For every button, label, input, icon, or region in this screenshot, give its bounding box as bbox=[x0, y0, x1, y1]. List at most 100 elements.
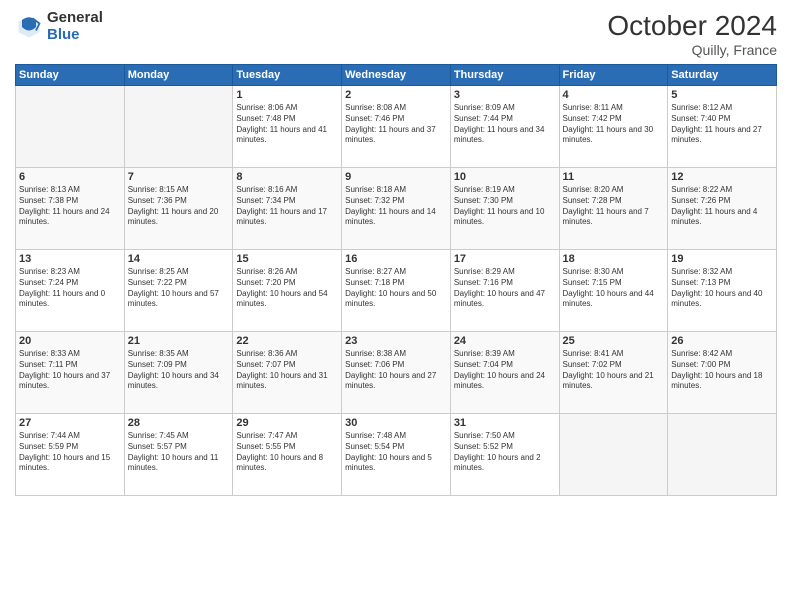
day-cell: 30 Sunrise: 7:48 AMSunset: 5:54 PMDayligh… bbox=[342, 414, 451, 496]
weekday-header-thursday: Thursday bbox=[450, 65, 559, 86]
day-info: Sunrise: 8:06 AMSunset: 7:48 PMDaylight:… bbox=[236, 103, 338, 146]
day-cell bbox=[668, 414, 777, 496]
day-info: Sunrise: 8:19 AMSunset: 7:30 PMDaylight:… bbox=[454, 185, 556, 228]
week-row-3: 13 Sunrise: 8:23 AMSunset: 7:24 PMDayligh… bbox=[16, 250, 777, 332]
day-cell: 9Sunrise: 8:18 AMSunset: 7:32 PMDaylight… bbox=[342, 168, 451, 250]
day-number: 31 bbox=[454, 417, 556, 429]
day-cell: 26 Sunrise: 8:42 AMSunset: 7:00 PMDayligh… bbox=[668, 332, 777, 414]
day-number: 8 bbox=[236, 171, 338, 183]
day-cell: 16 Sunrise: 8:27 AMSunset: 7:18 PMDayligh… bbox=[342, 250, 451, 332]
day-number: 13 bbox=[19, 253, 121, 265]
day-cell: 18Sunrise: 8:30 AMSunset: 7:15 PMDayligh… bbox=[559, 250, 668, 332]
day-cell: 3Sunrise: 8:09 AMSunset: 7:44 PMDaylight… bbox=[450, 86, 559, 168]
month-title: October 2024 bbox=[607, 10, 777, 42]
day-cell: 21 Sunrise: 8:35 AMSunset: 7:09 PMDayligh… bbox=[124, 332, 233, 414]
day-cell: 2 Sunrise: 8:08 AMSunset: 7:46 PMDaylight… bbox=[342, 86, 451, 168]
day-info: Sunrise: 8:27 AMSunset: 7:18 PMDaylight:… bbox=[345, 267, 447, 310]
day-info: Sunrise: 7:47 AMSunset: 5:55 PMDaylight:… bbox=[236, 431, 338, 474]
day-number: 23 bbox=[345, 335, 447, 347]
day-cell: 27 Sunrise: 7:44 AMSunset: 5:59 PMDayligh… bbox=[16, 414, 125, 496]
day-number: 30 bbox=[345, 417, 447, 429]
day-cell: 5 Sunrise: 8:12 AMSunset: 7:40 PMDaylight… bbox=[668, 86, 777, 168]
location: Quilly, France bbox=[607, 42, 777, 58]
day-cell: 11Sunrise: 8:20 AMSunset: 7:28 PMDayligh… bbox=[559, 168, 668, 250]
day-info: Sunrise: 8:35 AMSunset: 7:09 PMDaylight:… bbox=[128, 349, 230, 392]
header: General Blue October 2024 Quilly, France bbox=[15, 10, 777, 58]
day-cell: 29 Sunrise: 7:47 AMSunset: 5:55 PMDayligh… bbox=[233, 414, 342, 496]
day-cell: 19 Sunrise: 8:32 AMSunset: 7:13 PMDayligh… bbox=[668, 250, 777, 332]
day-info: Sunrise: 8:23 AMSunset: 7:24 PMDaylight:… bbox=[19, 267, 121, 310]
day-number: 27 bbox=[19, 417, 121, 429]
day-cell: 31 Sunrise: 7:50 AMSunset: 5:52 PMDayligh… bbox=[450, 414, 559, 496]
day-number: 1 bbox=[236, 89, 338, 101]
day-info: Sunrise: 8:12 AMSunset: 7:40 PMDaylight:… bbox=[671, 103, 773, 146]
weekday-header-saturday: Saturday bbox=[668, 65, 777, 86]
day-cell: 22 Sunrise: 8:36 AMSunset: 7:07 PMDayligh… bbox=[233, 332, 342, 414]
day-cell: 25Sunrise: 8:41 AMSunset: 7:02 PMDayligh… bbox=[559, 332, 668, 414]
day-number: 17 bbox=[454, 253, 556, 265]
day-info: Sunrise: 8:38 AMSunset: 7:06 PMDaylight:… bbox=[345, 349, 447, 392]
day-cell: 28 Sunrise: 7:45 AMSunset: 5:57 PMDayligh… bbox=[124, 414, 233, 496]
day-info: Sunrise: 8:22 AMSunset: 7:26 PMDaylight:… bbox=[671, 185, 773, 228]
weekday-header-wednesday: Wednesday bbox=[342, 65, 451, 86]
week-row-5: 27 Sunrise: 7:44 AMSunset: 5:59 PMDayligh… bbox=[16, 414, 777, 496]
day-number: 18 bbox=[563, 253, 665, 265]
weekday-header-row: SundayMondayTuesdayWednesdayThursdayFrid… bbox=[16, 65, 777, 86]
day-number: 16 bbox=[345, 253, 447, 265]
day-number: 2 bbox=[345, 89, 447, 101]
day-number: 5 bbox=[671, 89, 773, 101]
day-info: Sunrise: 8:08 AMSunset: 7:46 PMDaylight:… bbox=[345, 103, 447, 146]
week-row-2: 6Sunrise: 8:13 AMSunset: 7:38 PMDaylight… bbox=[16, 168, 777, 250]
day-info: Sunrise: 7:45 AMSunset: 5:57 PMDaylight:… bbox=[128, 431, 230, 474]
day-number: 21 bbox=[128, 335, 230, 347]
day-cell: 14 Sunrise: 8:25 AMSunset: 7:22 PMDayligh… bbox=[124, 250, 233, 332]
day-number: 9 bbox=[345, 171, 447, 183]
day-number: 14 bbox=[128, 253, 230, 265]
day-number: 7 bbox=[128, 171, 230, 183]
day-cell: 6Sunrise: 8:13 AMSunset: 7:38 PMDaylight… bbox=[16, 168, 125, 250]
day-number: 26 bbox=[671, 335, 773, 347]
day-info: Sunrise: 8:32 AMSunset: 7:13 PMDaylight:… bbox=[671, 267, 773, 310]
day-cell: 17 Sunrise: 8:29 AMSunset: 7:16 PMDayligh… bbox=[450, 250, 559, 332]
logo-blue: Blue bbox=[47, 27, 103, 44]
day-cell bbox=[124, 86, 233, 168]
weekday-header-friday: Friday bbox=[559, 65, 668, 86]
day-number: 15 bbox=[236, 253, 338, 265]
day-number: 22 bbox=[236, 335, 338, 347]
day-info: Sunrise: 8:15 AMSunset: 7:36 PMDaylight:… bbox=[128, 185, 230, 228]
day-number: 29 bbox=[236, 417, 338, 429]
day-number: 10 bbox=[454, 171, 556, 183]
day-number: 19 bbox=[671, 253, 773, 265]
weekday-header-tuesday: Tuesday bbox=[233, 65, 342, 86]
day-info: Sunrise: 8:42 AMSunset: 7:00 PMDaylight:… bbox=[671, 349, 773, 392]
day-info: Sunrise: 8:11 AMSunset: 7:42 PMDaylight:… bbox=[563, 103, 665, 146]
week-row-4: 20 Sunrise: 8:33 AMSunset: 7:11 PMDayligh… bbox=[16, 332, 777, 414]
day-cell bbox=[16, 86, 125, 168]
day-info: Sunrise: 7:50 AMSunset: 5:52 PMDaylight:… bbox=[454, 431, 556, 474]
logo: General Blue bbox=[15, 10, 103, 43]
day-info: Sunrise: 7:44 AMSunset: 5:59 PMDaylight:… bbox=[19, 431, 121, 474]
day-number: 6 bbox=[19, 171, 121, 183]
day-info: Sunrise: 8:29 AMSunset: 7:16 PMDaylight:… bbox=[454, 267, 556, 310]
page: General Blue October 2024 Quilly, France… bbox=[0, 0, 792, 612]
day-cell: 8 Sunrise: 8:16 AMSunset: 7:34 PMDaylight… bbox=[233, 168, 342, 250]
day-info: Sunrise: 8:36 AMSunset: 7:07 PMDaylight:… bbox=[236, 349, 338, 392]
title-block: October 2024 Quilly, France bbox=[607, 10, 777, 58]
day-cell: 20 Sunrise: 8:33 AMSunset: 7:11 PMDayligh… bbox=[16, 332, 125, 414]
day-info: Sunrise: 8:33 AMSunset: 7:11 PMDaylight:… bbox=[19, 349, 121, 392]
day-info: Sunrise: 8:25 AMSunset: 7:22 PMDaylight:… bbox=[128, 267, 230, 310]
day-cell: 10 Sunrise: 8:19 AMSunset: 7:30 PMDayligh… bbox=[450, 168, 559, 250]
day-number: 28 bbox=[128, 417, 230, 429]
day-info: Sunrise: 8:39 AMSunset: 7:04 PMDaylight:… bbox=[454, 349, 556, 392]
day-info: Sunrise: 8:09 AMSunset: 7:44 PMDaylight:… bbox=[454, 103, 556, 146]
day-cell: 13 Sunrise: 8:23 AMSunset: 7:24 PMDayligh… bbox=[16, 250, 125, 332]
calendar: SundayMondayTuesdayWednesdayThursdayFrid… bbox=[15, 64, 777, 496]
day-number: 4 bbox=[563, 89, 665, 101]
day-info: Sunrise: 8:20 AMSunset: 7:28 PMDaylight:… bbox=[563, 185, 665, 228]
day-number: 20 bbox=[19, 335, 121, 347]
day-number: 12 bbox=[671, 171, 773, 183]
day-info: Sunrise: 7:48 AMSunset: 5:54 PMDaylight:… bbox=[345, 431, 447, 474]
day-number: 24 bbox=[454, 335, 556, 347]
weekday-header-sunday: Sunday bbox=[16, 65, 125, 86]
day-info: Sunrise: 8:16 AMSunset: 7:34 PMDaylight:… bbox=[236, 185, 338, 228]
